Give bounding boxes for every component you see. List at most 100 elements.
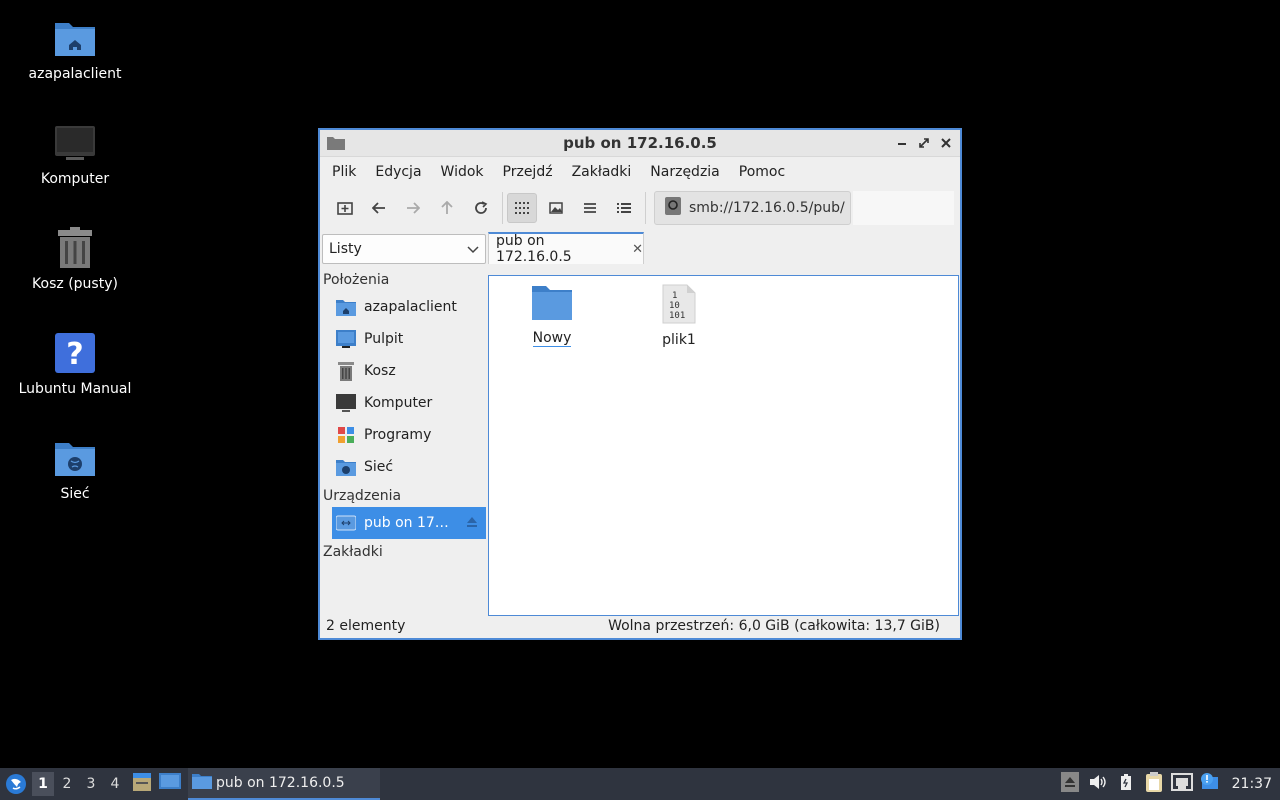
side-pane-mode-select[interactable]: Listy	[322, 234, 486, 264]
tab-row: Listy pub on 172.16.0.5 ✕	[320, 229, 960, 265]
detailed-list-view-button[interactable]	[609, 193, 639, 223]
sidebar-item-siec[interactable]: Sieć	[320, 451, 488, 483]
sidebar-item-programy[interactable]: Programy	[320, 419, 488, 451]
desktop-icon	[159, 773, 181, 795]
computer-icon	[53, 121, 97, 165]
desktop-icon	[336, 329, 356, 349]
window-folder-icon	[327, 136, 345, 154]
network-icon	[1170, 773, 1193, 795]
sidebar-item-kosz[interactable]: Kosz	[320, 355, 488, 387]
titlebar[interactable]: pub on 172.16.0.5	[320, 130, 960, 157]
back-button[interactable]	[364, 193, 394, 223]
desktop-icon-home[interactable]: azapalaclient	[10, 16, 140, 82]
battery-icon	[1120, 774, 1131, 794]
file-item-nowy[interactable]: Nowy	[507, 284, 597, 347]
sidebar-item-label: pub on 17…	[364, 515, 449, 531]
home-folder-icon	[53, 16, 97, 60]
compact-view-button[interactable]	[575, 193, 605, 223]
desktop-icon-network[interactable]: Sieć	[10, 436, 140, 502]
toolbar-separator	[502, 192, 503, 224]
sidebar-item-home[interactable]: azapalaclient	[320, 291, 488, 323]
menu-przejdz[interactable]: Przejdź	[495, 164, 561, 180]
svg-text:?: ?	[66, 337, 83, 372]
tray-battery[interactable]	[1112, 768, 1140, 800]
sidebar-item-label: Sieć	[364, 459, 394, 475]
chevron-down-icon	[467, 243, 479, 259]
quicklaunch-file-manager[interactable]	[128, 768, 156, 800]
sidebar-item-label: azapalaclient	[364, 299, 457, 315]
trash-icon	[53, 226, 97, 270]
task-pub-window[interactable]: pub on 172.16.0.5	[188, 768, 380, 800]
window-title: pub on 172.16.0.5	[563, 134, 717, 152]
menu-zakladki[interactable]: Zakładki	[564, 164, 640, 180]
toolbar: smb://172.16.0.5/pub/	[320, 187, 960, 229]
svg-text:10: 10	[669, 301, 680, 311]
file-item-plik1[interactable]: 1 10 101 plik1	[634, 284, 724, 348]
volume-icon	[1089, 774, 1107, 794]
task-label: pub on 172.16.0.5	[216, 775, 345, 791]
desktop-icon-computer[interactable]: Komputer	[10, 121, 140, 187]
forward-button[interactable]	[398, 193, 428, 223]
menu-plik[interactable]: Plik	[324, 164, 364, 180]
menu-narzedzia[interactable]: Narzędzia	[642, 164, 727, 180]
side-pane-mode-value: Listy	[329, 241, 362, 257]
eject-icon[interactable]	[466, 516, 478, 532]
close-button[interactable]	[938, 134, 954, 152]
icon-view-button[interactable]	[507, 193, 537, 223]
quicklaunch-show-desktop[interactable]	[156, 768, 184, 800]
sidebar-item-device-pub[interactable]: pub on 17…	[332, 507, 486, 539]
address-bar[interactable]: smb://172.16.0.5/pub/	[654, 191, 851, 225]
applications-icon	[336, 425, 356, 445]
thumbnail-view-button[interactable]	[541, 193, 571, 223]
system-tray: 21:37	[1056, 768, 1280, 800]
notification-icon	[1200, 773, 1220, 795]
file-manager-window: pub on 172.16.0.5 Plik Edycja Widok Prze…	[318, 128, 962, 640]
folder-icon	[192, 773, 212, 793]
workspace-3[interactable]: 3	[80, 772, 102, 796]
desktop-icon-label: azapalaclient	[28, 66, 122, 82]
sidebar: Położenia azapalaclient Pulpit Kosz Komp…	[320, 269, 488, 616]
clipboard-icon	[1145, 772, 1163, 796]
menu-widok[interactable]: Widok	[433, 164, 492, 180]
desktop-icon-manual[interactable]: ? Lubuntu Manual	[10, 331, 140, 397]
sidebar-item-pulpit[interactable]: Pulpit	[320, 323, 488, 355]
sidebar-item-komputer[interactable]: Komputer	[320, 387, 488, 419]
workspace-1[interactable]: 1	[32, 772, 54, 796]
desktop-icon-label: Lubuntu Manual	[18, 381, 132, 397]
places-header: Położenia	[323, 272, 390, 288]
tray-notification[interactable]	[1196, 768, 1224, 800]
sidebar-item-label: Kosz	[364, 363, 396, 379]
workspace-4[interactable]: 4	[104, 772, 126, 796]
menu-edycja[interactable]: Edycja	[367, 164, 429, 180]
clock[interactable]: 21:37	[1224, 776, 1280, 792]
desktop-icon-label: Komputer	[40, 171, 110, 187]
new-tab-button[interactable]	[330, 193, 360, 223]
folder-icon	[531, 284, 573, 326]
start-menu-button[interactable]	[0, 768, 32, 800]
minimize-button[interactable]	[894, 134, 910, 152]
bookmarks-header: Zakładki	[323, 544, 383, 560]
network-drive-icon	[665, 197, 681, 219]
sidebar-item-label: Pulpit	[364, 331, 404, 347]
network-folder-icon	[336, 457, 356, 477]
file-view[interactable]: Nowy 1 10 101 plik1	[488, 275, 959, 616]
tray-volume[interactable]	[1084, 768, 1112, 800]
computer-icon	[336, 393, 356, 413]
up-button[interactable]	[432, 193, 462, 223]
address-bar-empty[interactable]	[853, 191, 954, 225]
devices-header: Urządzenia	[323, 488, 402, 504]
tab-pub[interactable]: pub on 172.16.0.5 ✕	[488, 232, 644, 265]
desktop-icon-trash[interactable]: Kosz (pusty)	[10, 226, 140, 292]
maximize-button[interactable]	[916, 134, 932, 152]
tray-network[interactable]	[1168, 768, 1196, 800]
toolbar-separator	[645, 192, 646, 224]
workspace-2[interactable]: 2	[56, 772, 78, 796]
sidebar-item-label: Programy	[364, 427, 432, 443]
tray-clipboard[interactable]	[1140, 768, 1168, 800]
svg-text:101: 101	[669, 311, 685, 321]
menu-pomoc[interactable]: Pomoc	[731, 164, 793, 180]
desktop-icon-label: Kosz (pusty)	[32, 276, 118, 292]
reload-button[interactable]	[466, 193, 496, 223]
tray-eject[interactable]	[1056, 768, 1084, 800]
close-tab-icon[interactable]: ✕	[632, 242, 643, 257]
